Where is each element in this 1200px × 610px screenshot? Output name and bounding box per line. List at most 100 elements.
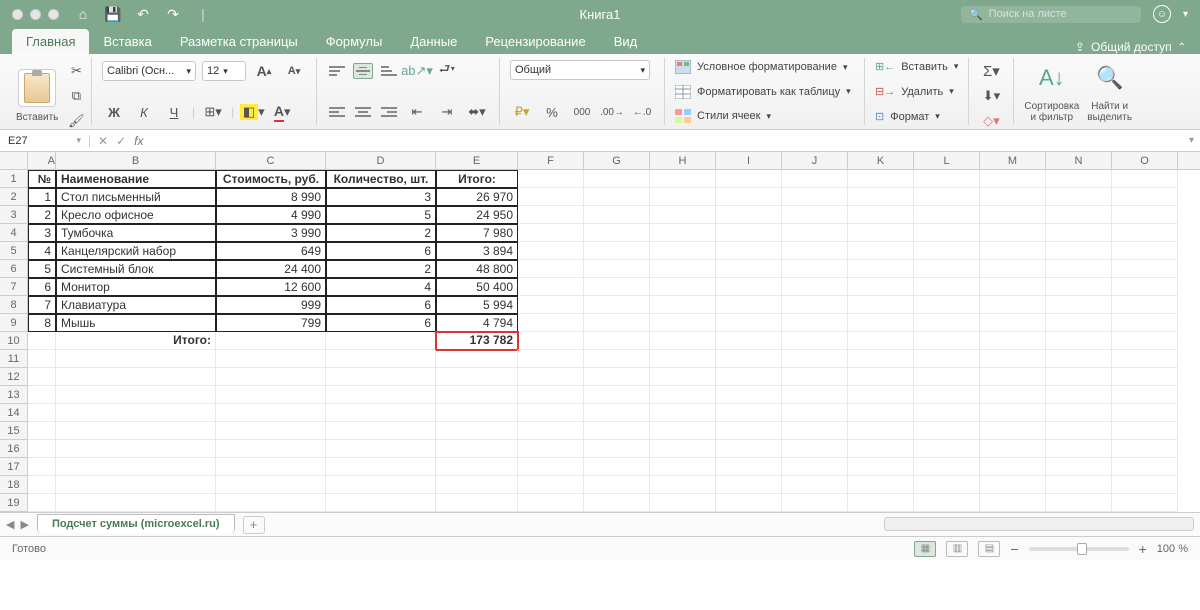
cell[interactable]: [436, 404, 518, 422]
cell[interactable]: [716, 242, 782, 260]
cell[interactable]: [1112, 476, 1178, 494]
cell[interactable]: [980, 296, 1046, 314]
cell[interactable]: [216, 368, 326, 386]
cell[interactable]: [518, 368, 584, 386]
cell[interactable]: [1046, 368, 1112, 386]
cell[interactable]: [716, 206, 782, 224]
search-input[interactable]: 🔍 Поиск на листе: [961, 6, 1141, 23]
cell[interactable]: [782, 422, 848, 440]
cell[interactable]: [980, 458, 1046, 476]
cell[interactable]: 6: [326, 314, 436, 332]
zoom-icon[interactable]: [48, 9, 59, 20]
cell[interactable]: 4: [28, 242, 56, 260]
cell[interactable]: [326, 368, 436, 386]
cell[interactable]: [436, 440, 518, 458]
cell[interactable]: [848, 494, 914, 512]
cell[interactable]: [518, 224, 584, 242]
cell[interactable]: [716, 314, 782, 332]
cell[interactable]: [56, 476, 216, 494]
cell[interactable]: [980, 440, 1046, 458]
align-middle-icon[interactable]: [353, 63, 373, 79]
cell[interactable]: [980, 278, 1046, 296]
cell[interactable]: [584, 458, 650, 476]
cell[interactable]: [980, 476, 1046, 494]
grand-total-cell[interactable]: 173 782: [436, 332, 518, 350]
cell[interactable]: [914, 476, 980, 494]
cell[interactable]: [518, 170, 584, 188]
cell[interactable]: [914, 332, 980, 350]
tab-view[interactable]: Вид: [600, 29, 652, 54]
col-header-M[interactable]: M: [980, 152, 1046, 169]
cell[interactable]: [1112, 224, 1178, 242]
titlebar-menu-icon[interactable]: ▾: [1183, 9, 1188, 20]
decrease-decimal-icon[interactable]: ←.0: [630, 101, 654, 123]
cell[interactable]: [584, 440, 650, 458]
cell[interactable]: [1112, 260, 1178, 278]
cell[interactable]: [584, 332, 650, 350]
cell[interactable]: [650, 476, 716, 494]
row-header[interactable]: 18: [0, 476, 27, 494]
cell[interactable]: [650, 188, 716, 206]
cell[interactable]: 3 990: [216, 224, 326, 242]
cell[interactable]: [848, 440, 914, 458]
col-header-H[interactable]: H: [650, 152, 716, 169]
cell[interactable]: [716, 368, 782, 386]
cell[interactable]: [216, 350, 326, 368]
cell[interactable]: [980, 188, 1046, 206]
format-as-table-button[interactable]: Форматировать как таблицу▾: [675, 85, 854, 99]
cell[interactable]: [650, 314, 716, 332]
cell[interactable]: [584, 242, 650, 260]
cell[interactable]: [28, 350, 56, 368]
cell[interactable]: 3 894: [436, 242, 518, 260]
cell[interactable]: [716, 332, 782, 350]
cell[interactable]: [1112, 368, 1178, 386]
cell[interactable]: [518, 242, 584, 260]
autosum-icon[interactable]: Σ▾: [979, 60, 1003, 82]
cell[interactable]: №: [28, 170, 56, 188]
delete-cells-button[interactable]: ⊟→Удалить▾: [875, 85, 958, 98]
col-header-K[interactable]: K: [848, 152, 914, 169]
cell[interactable]: [518, 404, 584, 422]
number-format-select[interactable]: Общий▾: [510, 60, 650, 80]
cell[interactable]: [914, 422, 980, 440]
enter-formula-icon[interactable]: ✓: [116, 134, 126, 148]
sheet-tab[interactable]: Подсчет суммы (microexcel.ru): [37, 514, 235, 533]
percent-icon[interactable]: %: [540, 101, 564, 123]
cell[interactable]: Мышь: [56, 314, 216, 332]
cell[interactable]: [650, 458, 716, 476]
col-header-N[interactable]: N: [1046, 152, 1112, 169]
cell[interactable]: [216, 422, 326, 440]
save-icon[interactable]: 💾: [105, 6, 121, 22]
cell[interactable]: 26 970: [436, 188, 518, 206]
cell[interactable]: Итого:: [436, 170, 518, 188]
cell[interactable]: [914, 458, 980, 476]
cell[interactable]: [1112, 278, 1178, 296]
cell[interactable]: [650, 278, 716, 296]
cell[interactable]: [782, 278, 848, 296]
cell[interactable]: [914, 260, 980, 278]
cell[interactable]: [326, 350, 436, 368]
cell[interactable]: [716, 494, 782, 512]
redo-icon[interactable]: ↷: [165, 6, 181, 22]
cell[interactable]: [216, 494, 326, 512]
tab-review[interactable]: Рецензирование: [471, 29, 599, 54]
cell[interactable]: [436, 368, 518, 386]
cell[interactable]: [1112, 422, 1178, 440]
cell[interactable]: [56, 458, 216, 476]
row-header[interactable]: 1: [0, 170, 27, 188]
clear-icon[interactable]: ◇▾: [979, 110, 1003, 132]
cell[interactable]: [56, 422, 216, 440]
cell[interactable]: [848, 170, 914, 188]
cell[interactable]: [914, 296, 980, 314]
cell[interactable]: 999: [216, 296, 326, 314]
cell[interactable]: [848, 368, 914, 386]
cell[interactable]: [216, 404, 326, 422]
col-header-F[interactable]: F: [518, 152, 584, 169]
cell[interactable]: [650, 224, 716, 242]
align-left-icon[interactable]: [327, 104, 347, 120]
align-right-icon[interactable]: [379, 104, 399, 120]
cell[interactable]: [914, 494, 980, 512]
cell[interactable]: [848, 350, 914, 368]
cell[interactable]: [28, 476, 56, 494]
cell[interactable]: 7: [28, 296, 56, 314]
